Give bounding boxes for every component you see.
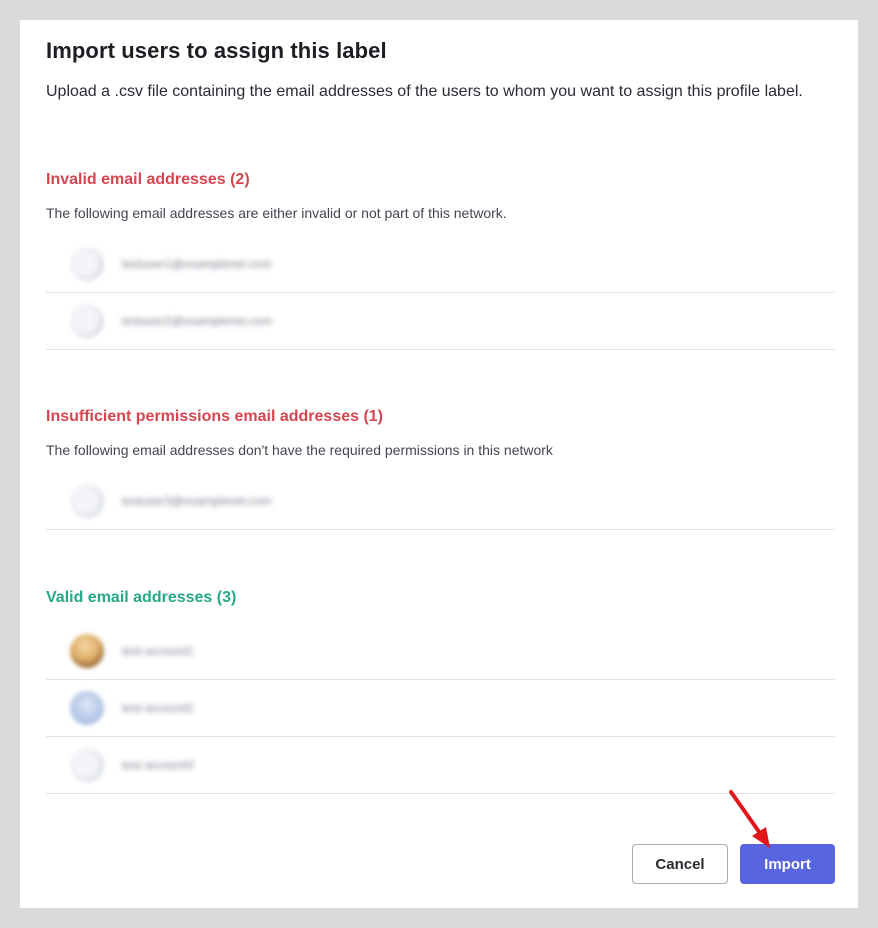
avatar <box>70 634 104 668</box>
user-name: test account1 <box>122 644 194 658</box>
cancel-button[interactable]: Cancel <box>632 844 728 884</box>
dialog-title: Import users to assign this label <box>46 38 387 63</box>
list-item: testuser3@examplenet.com <box>46 473 835 530</box>
email-address: testuser2@examplenet.com <box>122 314 272 328</box>
import-button[interactable]: Import <box>740 844 835 884</box>
invalid-emails-section: Invalid email addresses (2) The followin… <box>46 170 835 350</box>
avatar <box>70 247 104 281</box>
list-item: test account3 <box>46 737 835 794</box>
dialog-description: Upload a .csv file containing the email … <box>46 83 803 100</box>
invalid-emails-subtext: The following email addresses are either… <box>46 205 507 221</box>
list-item: test account2 <box>46 680 835 737</box>
avatar <box>70 748 104 782</box>
avatar <box>70 484 104 518</box>
valid-emails-list: test account1 test account2 test account… <box>46 623 835 794</box>
insufficient-permissions-section: Insufficient permissions email addresses… <box>46 407 835 530</box>
user-name: test account3 <box>122 758 194 772</box>
avatar <box>70 304 104 338</box>
list-item: testuser1@examplenet.com <box>46 236 835 293</box>
user-name: test account2 <box>122 701 194 715</box>
email-address: testuser1@examplenet.com <box>122 257 272 271</box>
import-users-dialog: Import users to assign this label Upload… <box>20 20 858 908</box>
insufficient-permissions-heading: Insufficient permissions email addresses… <box>46 408 384 425</box>
invalid-emails-list: testuser1@examplenet.com testuser2@examp… <box>46 236 835 350</box>
email-address: testuser3@examplenet.com <box>122 494 272 508</box>
list-item: test account1 <box>46 623 835 680</box>
valid-emails-heading: Valid email addresses (3) <box>46 589 237 606</box>
insufficient-permissions-list: testuser3@examplenet.com <box>46 473 835 530</box>
list-item: testuser2@examplenet.com <box>46 293 835 350</box>
invalid-emails-heading: Invalid email addresses (2) <box>46 171 250 188</box>
avatar <box>70 691 104 725</box>
valid-emails-section: Valid email addresses (3) test account1 … <box>46 588 835 794</box>
insufficient-permissions-subtext: The following email addresses don't have… <box>46 442 553 458</box>
